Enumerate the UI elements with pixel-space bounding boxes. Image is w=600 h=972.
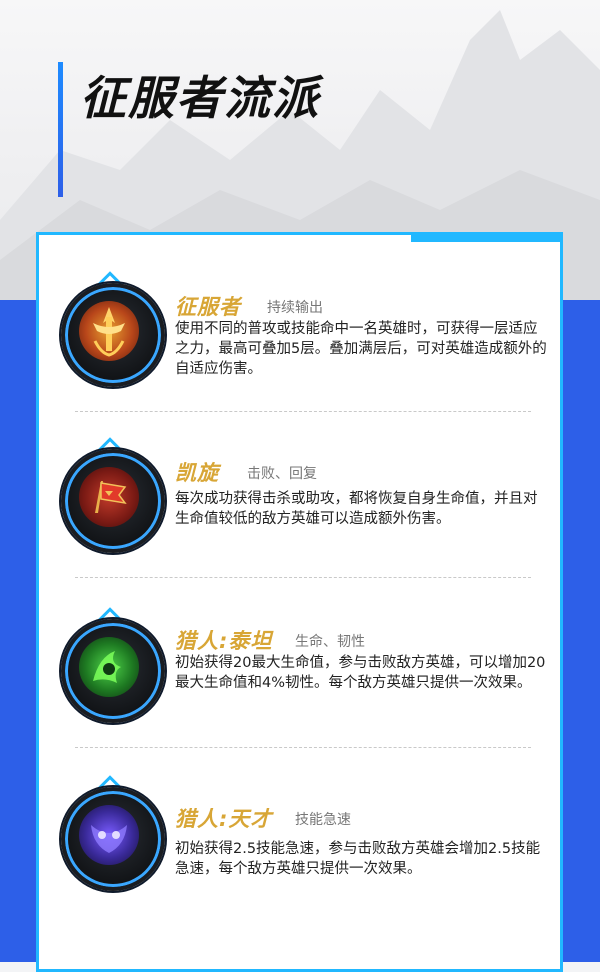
page-title: 征服者流派 [80, 71, 320, 125]
conqueror-icon [61, 283, 165, 387]
rune-description: 每次成功获得击杀或助攻，都将恢复自身生命值，并且对生命值较低的敌方英雄可以造成额… [175, 491, 538, 527]
rune-description: 使用不同的普攻或技能命中一名英雄时，可获得一层适应之力，最高可叠加5层。叠加满层… [175, 321, 547, 377]
rune-tag: 持续输出 [267, 300, 323, 316]
rune-name: 凯旋 [175, 461, 219, 485]
rune-tag: 技能急速 [295, 812, 351, 828]
rune-name: 征服者 [175, 295, 241, 319]
rune-description: 初始获得2.5技能急速，参与击败敌方英雄会增加2.5技能急速，每个敌方英雄只提供… [175, 841, 541, 877]
card-corner-accent [411, 232, 563, 242]
rune-description: 初始获得20最大生命值，参与击败敌方英雄，可以增加20最大生命值和4%韧性。每个… [175, 655, 546, 691]
hunter-genius-icon [61, 787, 165, 891]
rune-tag: 击败、回复 [247, 466, 317, 482]
rune-tag: 生命、韧性 [295, 634, 365, 650]
title-accent-bar [58, 62, 63, 197]
rune-name: 猎人:天才 [175, 807, 273, 831]
rune-card: 征服者 持续输出 使用不同的普攻或技能命中一名英雄时，可获得一层适应之力，最高可… [36, 232, 563, 972]
dashed-divider [75, 577, 531, 578]
rune-name: 猎人:泰坦 [175, 629, 273, 653]
triumph-icon [61, 449, 165, 553]
hunter-titan-icon [61, 619, 165, 723]
dashed-divider [75, 411, 531, 412]
dashed-divider [75, 747, 531, 748]
